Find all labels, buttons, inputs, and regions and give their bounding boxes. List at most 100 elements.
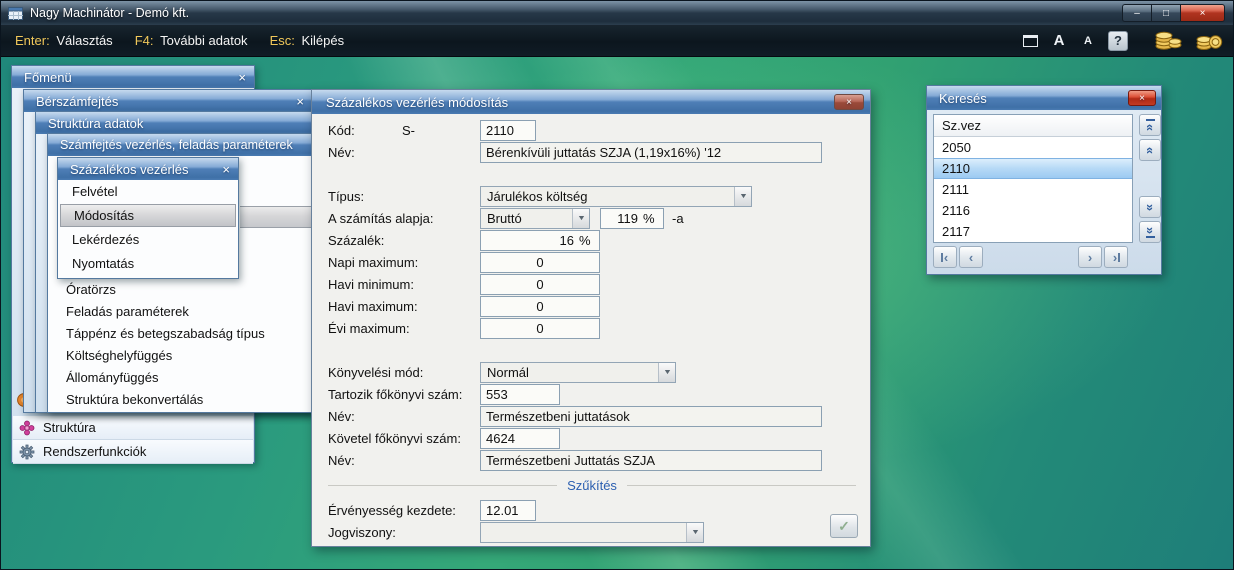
kovetel-input[interactable]	[480, 428, 560, 449]
search-result-list: Sz.vez 2050 2110 2111 2116 2117	[933, 114, 1133, 243]
list-item[interactable]: 2117	[934, 221, 1132, 242]
menu-item-feladas-parameterek[interactable]: Feladás paraméterek	[48, 301, 312, 323]
scroll-to-bottom-button[interactable]: »	[1139, 221, 1161, 243]
font-decrease-button[interactable]: A	[1079, 30, 1097, 52]
kereses-header: Keresés ×	[927, 86, 1161, 110]
havi-minimum-label: Havi minimum:	[328, 277, 414, 292]
dialog-close-button[interactable]: ×	[834, 94, 864, 110]
berszamfejtes-close-icon[interactable]: ×	[290, 94, 304, 109]
menu-item-struktura-bekonvertalas[interactable]: Struktúra bekonvertálás	[48, 389, 312, 411]
tartozik-nev-input[interactable]	[480, 406, 822, 427]
scroll-column: « « » »	[1139, 114, 1161, 243]
page-down-button[interactable]: »	[1139, 196, 1161, 218]
application-window: Nagy Machinátor - Demó kft. – □ × Enter:…	[0, 0, 1234, 570]
nev-input[interactable]	[480, 142, 822, 163]
font-increase-button[interactable]: A	[1050, 30, 1068, 52]
shortcut-key: Enter:	[15, 33, 50, 48]
close-icon: ×	[1139, 93, 1145, 104]
kovetel-nev-input[interactable]	[480, 450, 822, 471]
szukites-link[interactable]: Szűkítés	[557, 478, 627, 493]
havi-minimum-input[interactable]: 0	[480, 274, 600, 295]
minimize-button[interactable]: –	[1122, 4, 1151, 22]
next-record-button[interactable]: ›	[1078, 246, 1102, 268]
list-item[interactable]: 2116	[934, 200, 1132, 221]
bar-icon	[1118, 253, 1120, 262]
evi-maximum-input[interactable]: 0	[480, 318, 600, 339]
check-icon: ✓	[838, 518, 850, 535]
shortcut-label: További adatok	[160, 33, 247, 48]
percent-unit: %	[579, 233, 599, 248]
menu-item-oratorzs[interactable]: Óratörzs	[48, 279, 312, 301]
szazalekos-vezerles-body: Felvétel Módosítás Lekérdezés Nyomtatás	[58, 180, 238, 278]
help-button[interactable]: ?	[1108, 31, 1128, 51]
field-row-szazalek: Százalék: 16 %	[328, 230, 856, 251]
shortcut-f4-tovabbi-adatok[interactable]: F4: További adatok	[135, 33, 248, 48]
menu-item-label: Rendszerfunkciók	[43, 444, 146, 459]
page-up-button[interactable]: «	[1139, 139, 1161, 161]
scroll-to-top-button[interactable]: «	[1139, 114, 1161, 136]
menu-item-koltseghelyfugges[interactable]: Költséghelyfüggés	[48, 345, 312, 367]
szamfejtes-vezerles-title: Számfejtés vezérlés, feladás paraméterek	[60, 138, 293, 152]
menu-item-rendszerfunkciok[interactable]: Rendszerfunkciók	[13, 440, 253, 464]
berszamfejtes-header: Bérszámfejtés ×	[24, 90, 312, 112]
menu-item-modositas[interactable]: Módosítás	[60, 204, 236, 227]
konyvelesi-mod-select[interactable]: Normál ▼	[480, 362, 676, 383]
field-row-jogviszony: Jogviszony: ▼	[328, 522, 856, 543]
ervenyesseg-input[interactable]	[480, 500, 536, 521]
column-header-szvez[interactable]: Sz.vez	[934, 115, 1132, 137]
field-row-kovetel: Követel főkönyvi szám:	[328, 428, 856, 449]
panel-kereses: Keresés × Sz.vez 2050 2110 2111 2116 211…	[926, 85, 1162, 275]
kereses-close-button[interactable]: ×	[1128, 90, 1156, 106]
close-icon: ×	[846, 97, 852, 108]
szazalek-input[interactable]: 16 %	[480, 230, 600, 251]
napi-maximum-label: Napi maximum:	[328, 255, 418, 270]
fomenu-title: Főmenü	[24, 70, 72, 85]
window-mode-button[interactable]	[1021, 30, 1039, 52]
shortcut-label: Választás	[56, 33, 112, 48]
fomenu-close-icon[interactable]: ×	[232, 70, 246, 85]
szamitas-alapja-select[interactable]: Bruttó ▼	[480, 208, 590, 229]
szamitas-alapja-value: Bruttó	[481, 211, 572, 226]
last-record-button[interactable]: ›	[1104, 246, 1128, 268]
tipus-select[interactable]: Járulékos költség ▼	[480, 186, 752, 207]
tartozik-input[interactable]	[480, 384, 560, 405]
coins-stack-icon[interactable]	[1155, 30, 1182, 52]
list-item-selected[interactable]: 2110	[934, 158, 1132, 179]
kovetel-nev-label: Név:	[328, 453, 355, 468]
menu-item-nyomtatas[interactable]: Nyomtatás	[58, 252, 238, 276]
struktura-adatok-header: Struktúra adatok	[36, 112, 312, 134]
list-item[interactable]: 2111	[934, 179, 1132, 200]
close-button[interactable]: ×	[1180, 4, 1225, 22]
maximize-button[interactable]: □	[1151, 4, 1180, 22]
evi-maximum-label: Évi maximum:	[328, 321, 410, 336]
menu-item-struktura[interactable]: Struktúra	[13, 416, 253, 440]
menu-item-tappenz[interactable]: Táppénz és betegszabadság típus	[48, 323, 312, 345]
nev-label: Név:	[328, 145, 355, 160]
alap-percent-input[interactable]: 119 %	[600, 208, 664, 229]
window-icon	[1023, 35, 1038, 47]
field-row-tartozik: Tartozik főkönyvi szám:	[328, 384, 856, 405]
tartozik-label: Tartozik főkönyvi szám:	[328, 387, 462, 402]
first-record-button[interactable]: ‹	[933, 246, 957, 268]
napi-maximum-input[interactable]: 0	[480, 252, 600, 273]
shortcut-key: Esc:	[270, 33, 295, 48]
list-item[interactable]: 2050	[934, 137, 1132, 158]
szazalekos-vezerles-close-icon[interactable]: ×	[216, 162, 230, 177]
font-small-icon: A	[1084, 35, 1092, 47]
menu-item-allomanyfugges[interactable]: Állományfüggés	[48, 367, 312, 389]
shortcut-esc-kilepes[interactable]: Esc: Kilépés	[270, 33, 345, 48]
chevron-left-icon: ‹	[968, 251, 974, 264]
previous-record-button[interactable]: ‹	[959, 246, 983, 268]
menu-item-felvetel[interactable]: Felvétel	[58, 180, 238, 204]
tipus-label: Típus:	[328, 189, 364, 204]
havi-maximum-input[interactable]: 0	[480, 296, 600, 317]
dialog-title: Százalékos vezérlés módosítás	[326, 95, 508, 110]
confirm-button[interactable]: ✓	[830, 514, 858, 538]
menu-item-lekerdezes[interactable]: Lekérdezés	[58, 228, 238, 252]
bottom-bar-icon	[1146, 236, 1155, 238]
kod-input[interactable]	[480, 120, 536, 141]
jogviszony-select[interactable]: ▼	[480, 522, 704, 543]
alap-percent-value: 119	[601, 211, 643, 226]
money-icon[interactable]	[1196, 30, 1223, 52]
shortcut-enter-valasztas[interactable]: Enter: Választás	[15, 33, 113, 48]
